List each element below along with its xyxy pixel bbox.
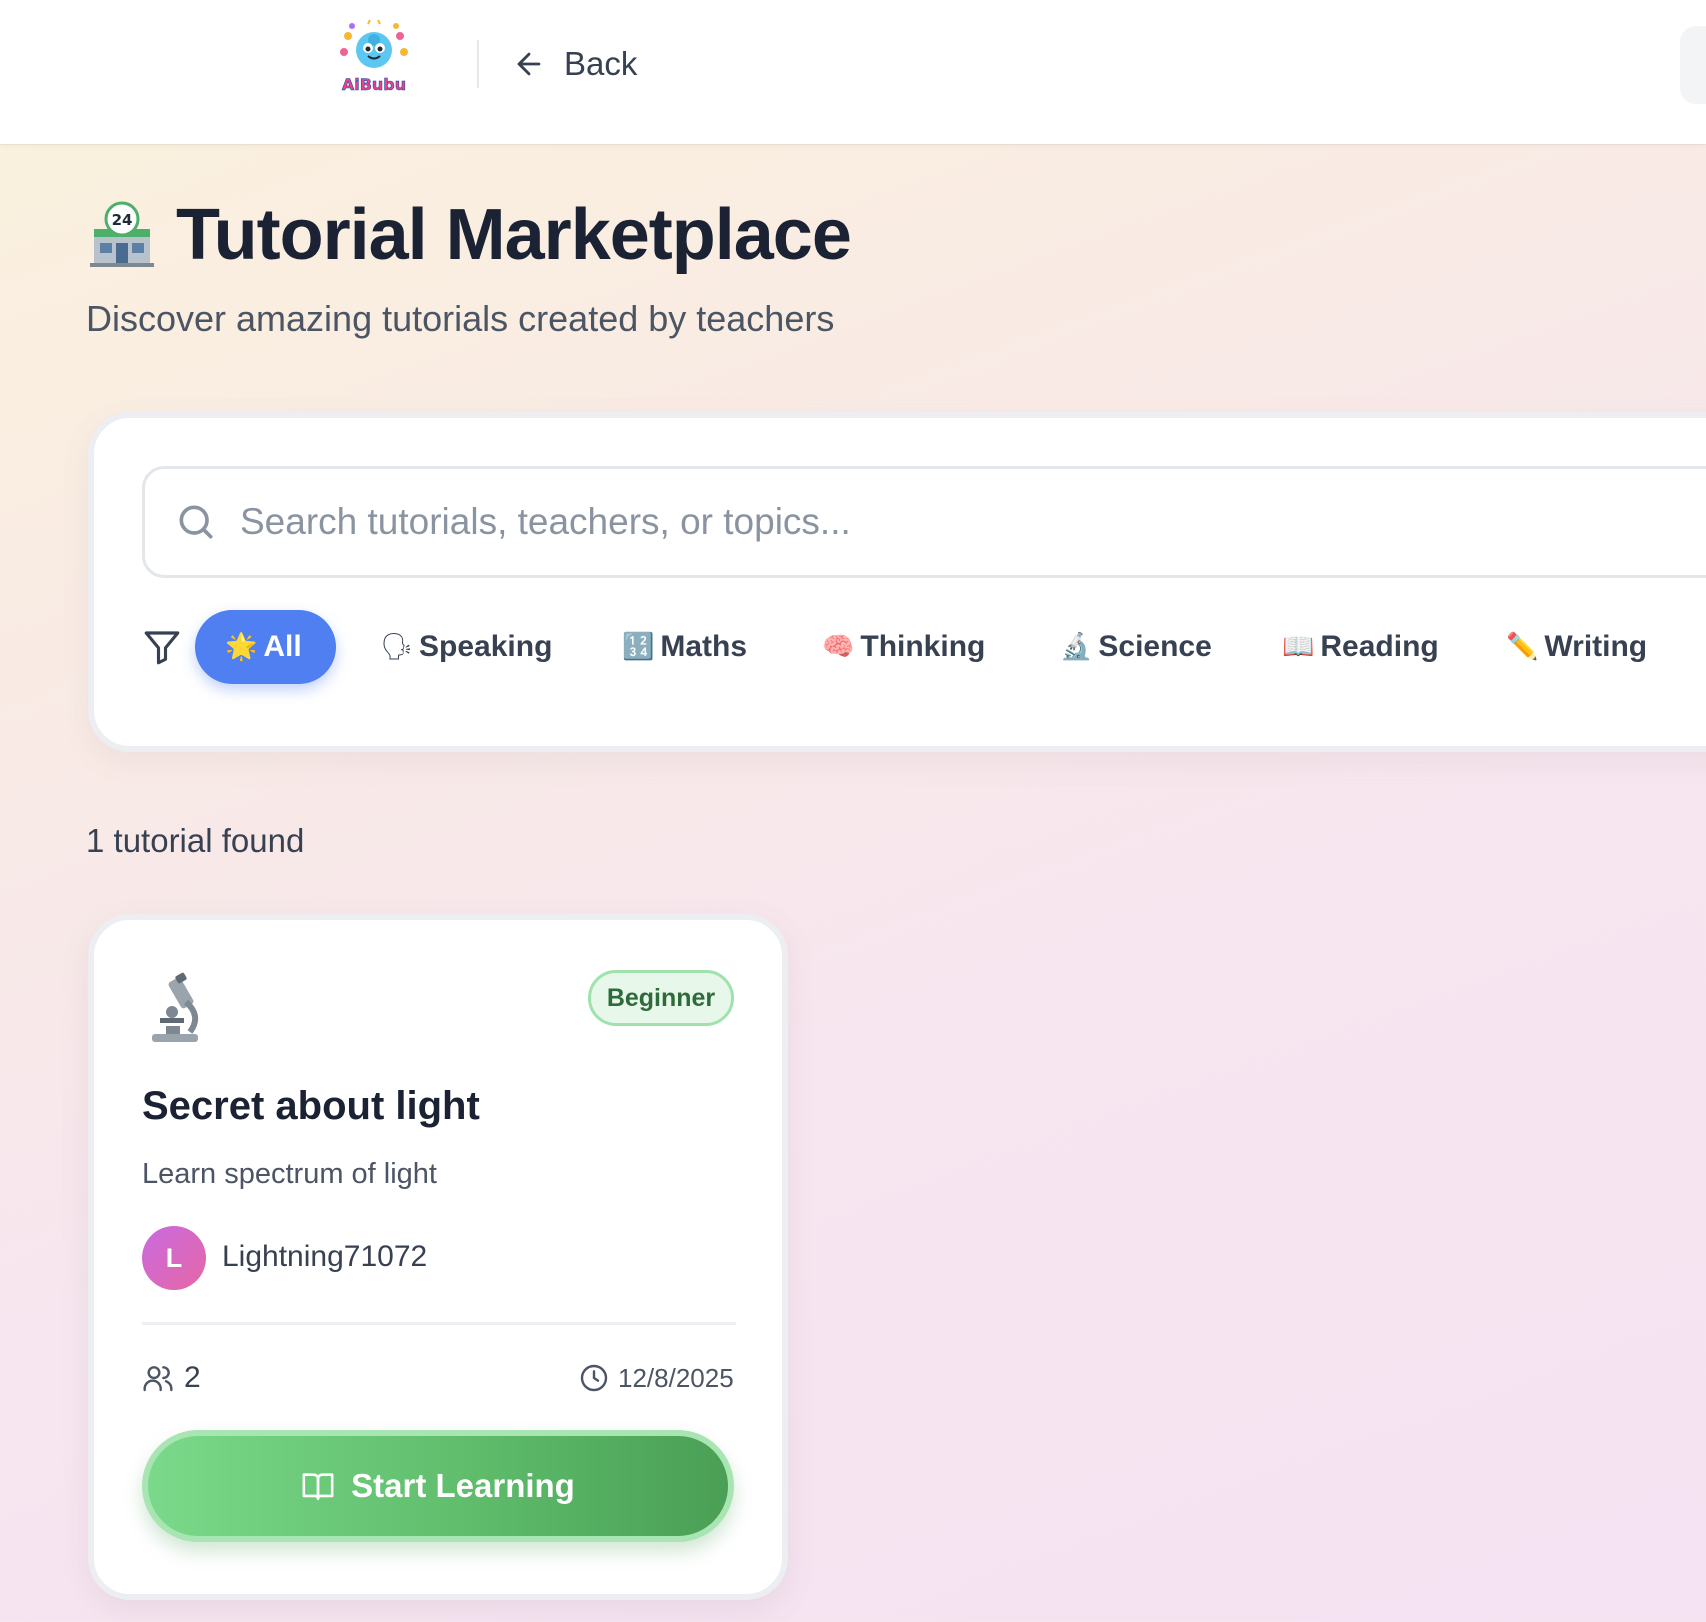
open-book-icon: 📖 bbox=[1282, 632, 1315, 662]
avatar: L bbox=[142, 1226, 206, 1290]
filter-chip-speaking[interactable]: 🗣 Speaking bbox=[380, 610, 552, 684]
back-label: Back bbox=[564, 45, 638, 82]
microscope-icon: 🔬 bbox=[1060, 632, 1093, 662]
logo-text: AiBubu bbox=[342, 75, 406, 94]
header-divider bbox=[477, 40, 479, 88]
results-count: 1 tutorial found bbox=[86, 822, 305, 859]
filter-chip-writing[interactable]: ✏️ Writing bbox=[1506, 610, 1647, 684]
author-name: Lightning71072 bbox=[222, 1240, 428, 1273]
page-subtitle: Discover amazing tutorials created by te… bbox=[86, 298, 835, 339]
filter-chip-all[interactable]: 🌟 All bbox=[195, 610, 336, 684]
date-stat: 12/8/2025 bbox=[578, 1358, 734, 1398]
filter-chip-label: Speaking bbox=[419, 630, 553, 663]
users-icon bbox=[143, 1366, 173, 1392]
arrow-left-icon bbox=[517, 52, 541, 76]
tutorial-description: Learn spectrum of light bbox=[142, 1158, 437, 1190]
filter-chip-label: Reading bbox=[1320, 630, 1439, 663]
search-filter-panel bbox=[88, 412, 1706, 752]
learners-stat: 2 bbox=[142, 1358, 201, 1398]
speaking-head-icon: 🗣 bbox=[380, 632, 414, 662]
filter-chip-label: Science bbox=[1098, 630, 1212, 663]
svg-text:24: 24 bbox=[112, 211, 133, 229]
filter-chip-science[interactable]: 🔬 Science bbox=[1060, 610, 1212, 684]
glowing-star-icon: 🌟 bbox=[225, 632, 258, 662]
page-title-text: Tutorial Marketplace bbox=[176, 195, 852, 275]
learners-count: 2 bbox=[184, 1361, 201, 1394]
aibubu-logo[interactable]: AiBubu bbox=[334, 18, 414, 98]
card-divider bbox=[142, 1322, 736, 1325]
clock-icon bbox=[580, 1364, 608, 1392]
tutorial-title: Secret about light bbox=[142, 1084, 480, 1128]
filter-chip-maths[interactable]: 🔢 Maths bbox=[622, 610, 747, 684]
convenience-store-24-icon: 24 bbox=[90, 201, 154, 267]
numbers-icon: 🔢 bbox=[622, 632, 655, 662]
filter-chip-reading[interactable]: 📖 Reading bbox=[1282, 610, 1439, 684]
filter-chip-label: Writing bbox=[1544, 630, 1648, 663]
microscope-icon bbox=[152, 972, 199, 1042]
filter-chip-thinking[interactable]: 🧠 Thinking bbox=[822, 610, 985, 684]
page-title: 24 Tutorial Marketplace bbox=[86, 190, 852, 280]
filter-chip-label: All bbox=[263, 630, 302, 663]
search-icon bbox=[179, 505, 213, 539]
filter-chip-label: Maths bbox=[660, 630, 748, 663]
filter-chip-label: Thinking bbox=[860, 630, 986, 663]
start-learning-button[interactable]: Start Learning bbox=[142, 1430, 734, 1542]
brain-icon: 🧠 bbox=[822, 632, 855, 662]
filter-icon bbox=[144, 631, 180, 665]
pencil-icon: ✏️ bbox=[1506, 632, 1539, 662]
book-open-icon bbox=[302, 1473, 334, 1501]
start-learning-label: Start Learning bbox=[351, 1467, 575, 1504]
difficulty-badge: Beginner bbox=[588, 970, 734, 1026]
back-button[interactable]: Back bbox=[512, 40, 637, 88]
tutorial-date: 12/8/2025 bbox=[618, 1362, 734, 1393]
top-navigation-bar: AiBubu Back bbox=[0, 0, 1706, 144]
header-right-control[interactable] bbox=[1680, 26, 1706, 104]
search-input[interactable] bbox=[240, 492, 1540, 552]
